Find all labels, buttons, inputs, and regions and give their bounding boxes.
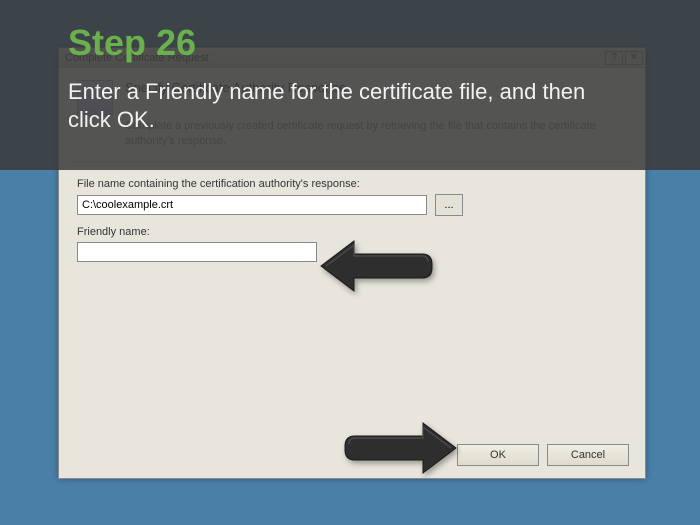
help-button[interactable]: ?	[605, 51, 623, 65]
close-button[interactable]: ✕	[625, 51, 643, 65]
dialog-buttons: OK Cancel	[457, 444, 629, 466]
browse-button[interactable]: ...	[435, 194, 463, 216]
ok-button[interactable]: OK	[457, 444, 539, 466]
friendly-name-input[interactable]	[77, 242, 317, 262]
file-name-label: File name containing the certification a…	[77, 178, 627, 190]
arrow-to-ok-button	[342, 419, 457, 477]
step-instruction: Enter a Friendly name for the certificat…	[68, 78, 610, 133]
cancel-button[interactable]: Cancel	[547, 444, 629, 466]
friendly-name-label: Friendly name:	[77, 226, 627, 238]
close-icon: ✕	[630, 52, 638, 63]
file-name-input[interactable]	[77, 195, 427, 215]
arrow-to-friendly-name	[320, 237, 435, 295]
help-icon: ?	[611, 52, 617, 63]
step-number: Step 26	[68, 22, 196, 64]
